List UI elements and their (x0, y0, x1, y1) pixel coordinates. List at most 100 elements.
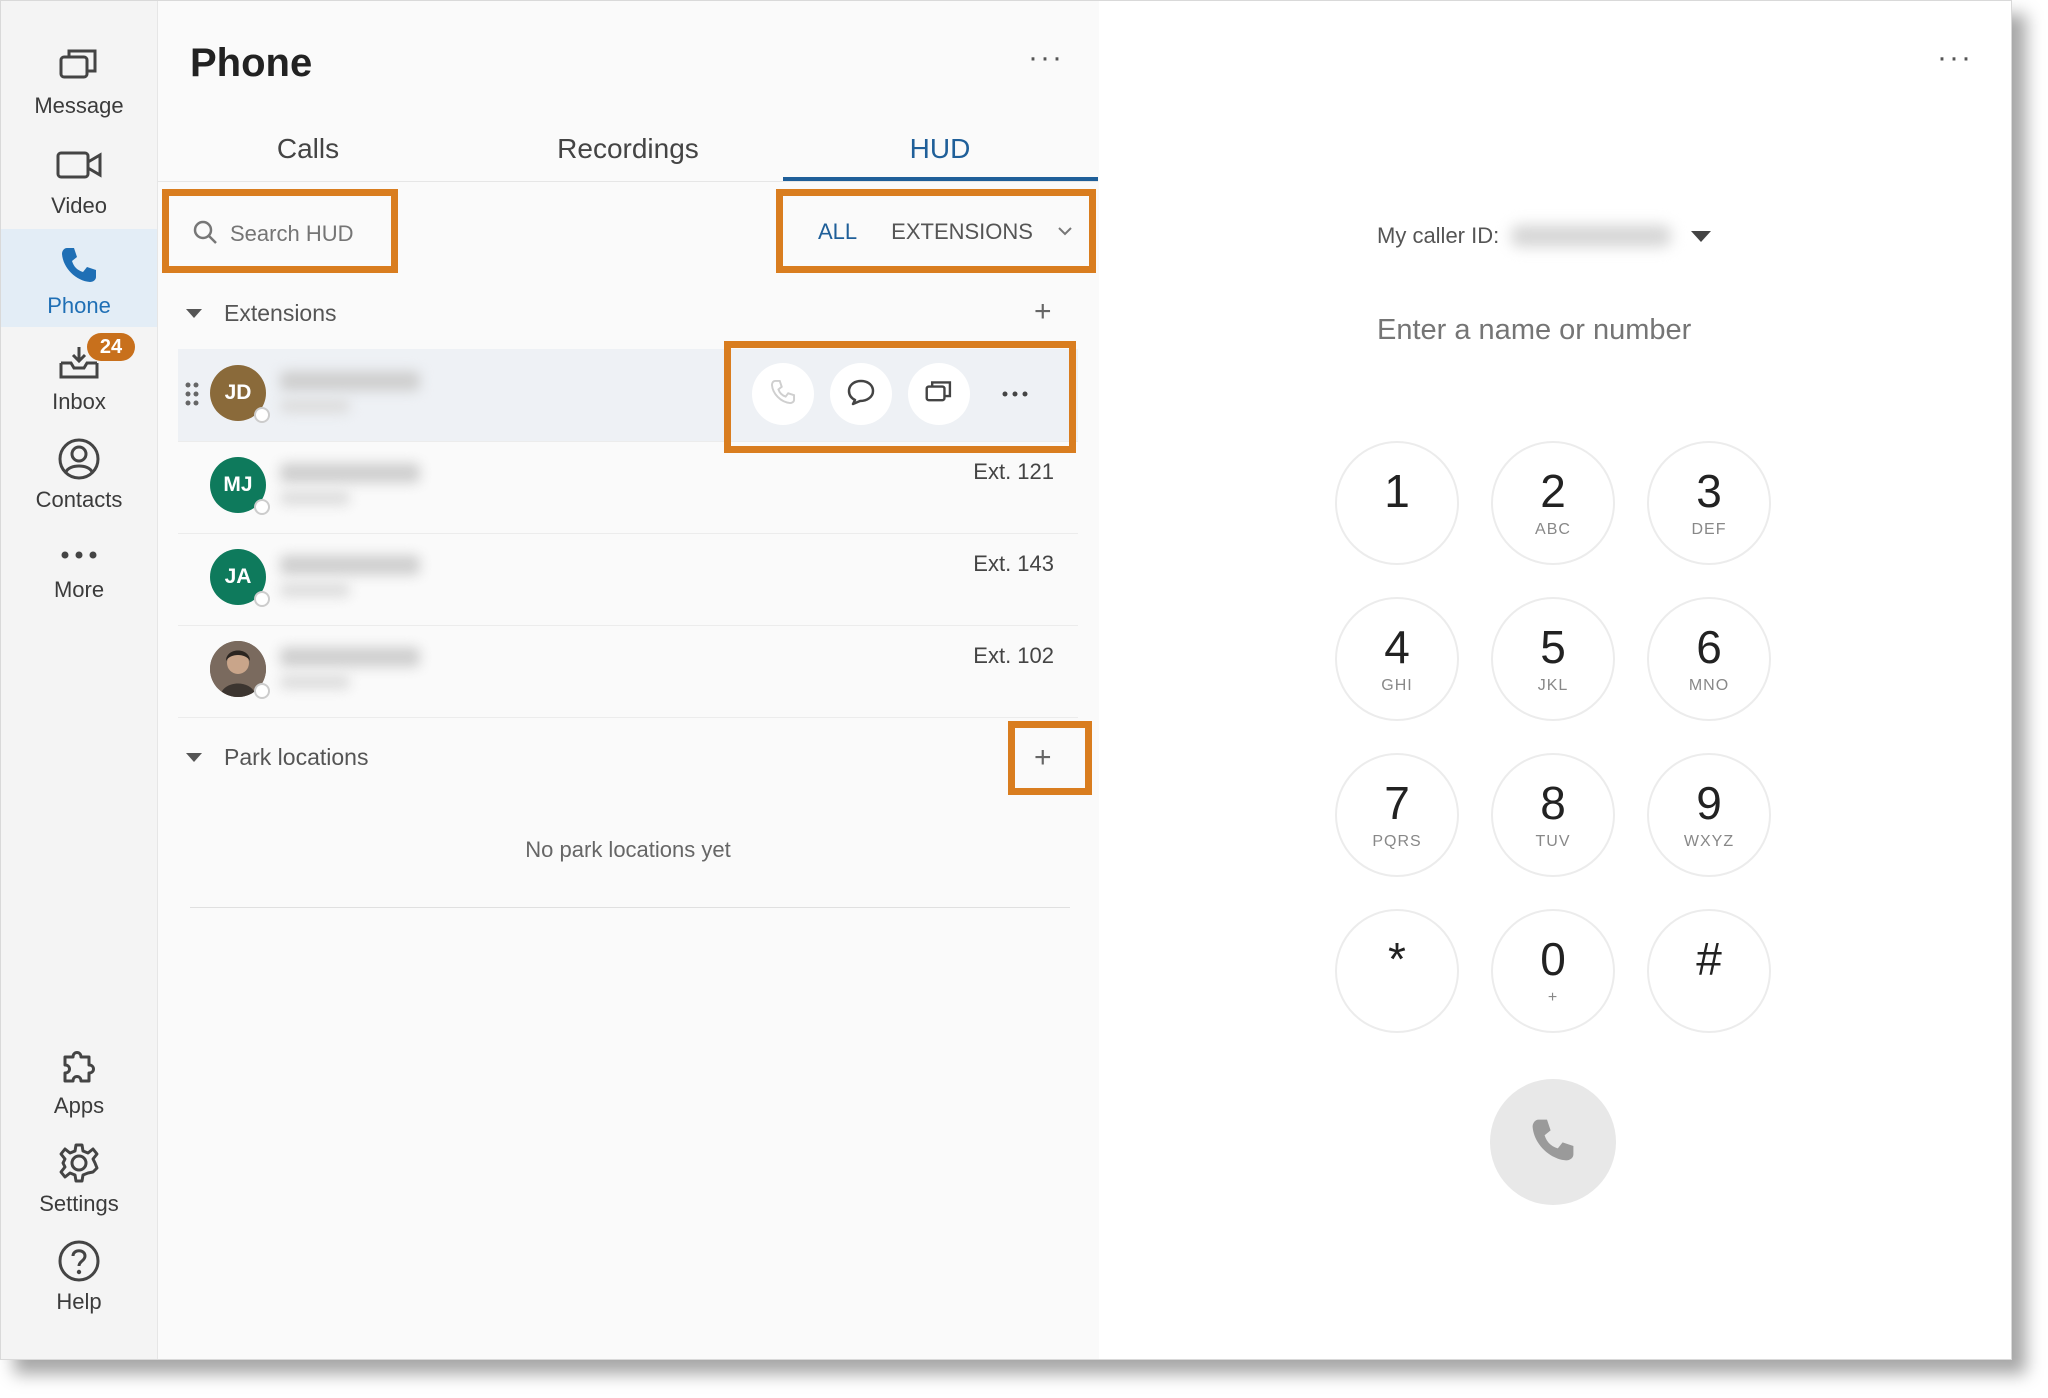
dialer-panel: ··· My caller ID: 1 2ABC 3DEF 4GHI 5JKL … (1099, 1, 2011, 1359)
dialpad-key-8[interactable]: 8 TUV (1491, 753, 1615, 877)
rail-item-apps[interactable]: Apps (1, 1041, 157, 1131)
dialpad-key-hash[interactable]: # (1647, 909, 1771, 1033)
help-icon (55, 1237, 103, 1285)
rail-item-label: Phone (47, 293, 111, 318)
message-button[interactable] (908, 363, 970, 425)
dialpad-key-star[interactable]: * (1335, 909, 1459, 1033)
key-letters: MNO (1688, 677, 1730, 694)
contact-status-redacted (280, 399, 350, 413)
key-digit: 8 (1540, 777, 1566, 829)
call-button[interactable] (1490, 1079, 1616, 1205)
key-letters: TUV (1535, 833, 1571, 850)
active-tab-indicator (783, 177, 1098, 181)
key-letters: PQRS (1372, 833, 1422, 850)
video-icon (55, 141, 103, 189)
tab-hud[interactable]: HUD (790, 133, 1090, 165)
filter-all-option[interactable]: ALL (818, 219, 857, 245)
extension-number: Ext. 121 (973, 459, 1054, 484)
drag-handle-icon[interactable] (184, 381, 200, 407)
rail-item-phone[interactable]: Phone (1, 229, 157, 327)
dialpad-key-7[interactable]: 7 PQRS (1335, 753, 1459, 877)
page-title: Phone (190, 41, 313, 85)
rail-item-label: More (53, 577, 105, 602)
rail-item-label: Message (34, 93, 124, 118)
dialpad-key-0[interactable]: 0 + (1491, 909, 1615, 1033)
search-box[interactable] (178, 199, 396, 269)
key-letters: DEF (1691, 521, 1727, 538)
dialpad-key-4[interactable]: 4 GHI (1335, 597, 1459, 721)
section-label: Park locations (224, 743, 369, 770)
contact-name-redacted (280, 647, 420, 667)
tab-calls[interactable]: Calls (158, 133, 458, 165)
caret-down-icon (186, 308, 202, 318)
dialer-more-button[interactable]: ··· (1937, 41, 1973, 75)
section-label: Extensions (224, 299, 337, 326)
contact-name-redacted (280, 371, 420, 391)
dialpad-key-6[interactable]: 6 MNO (1647, 597, 1771, 721)
add-park-location-button[interactable]: + (1034, 743, 1052, 773)
key-digit: 9 (1696, 777, 1722, 829)
table-row[interactable]: JA Ext. 143 (178, 533, 1078, 626)
dialpad-key-3[interactable]: 3 DEF (1647, 441, 1771, 565)
caller-id-selector[interactable]: My caller ID: (1377, 223, 1712, 249)
key-letters: + (1547, 989, 1559, 1006)
rail-item-more[interactable]: More (1, 537, 157, 627)
rail-item-message[interactable]: Message (1, 41, 157, 131)
dialpad-key-5[interactable]: 5 JKL (1491, 597, 1615, 721)
rail-item-contacts[interactable]: Contacts (1, 435, 157, 525)
more-dots-icon (55, 537, 103, 573)
caret-down-icon (186, 752, 202, 762)
message-icon (924, 378, 954, 411)
extensions-section-toggle[interactable]: Extensions (186, 293, 337, 333)
add-extension-button[interactable]: + (1034, 297, 1052, 327)
search-input[interactable] (228, 220, 382, 248)
table-row[interactable]: MJ Ext. 121 (178, 441, 1078, 534)
row-actions (722, 341, 1068, 453)
contact-name-redacted (280, 555, 420, 575)
contact-status-redacted (280, 675, 350, 689)
caret-down-icon (1691, 230, 1712, 242)
inbox-icon: 24 (55, 333, 135, 385)
app-window: Message Video Phone 24 Inbox Contacts Mo… (0, 0, 2012, 1360)
table-row[interactable]: Ext. 102 (178, 625, 1078, 718)
key-digit: 4 (1384, 621, 1410, 673)
more-dots-icon (1001, 385, 1029, 403)
key-digit: 1 (1384, 465, 1410, 517)
call-button[interactable] (752, 363, 814, 425)
chat-icon (846, 378, 876, 411)
dialpad-key-1[interactable]: 1 (1335, 441, 1459, 565)
rail-item-settings[interactable]: Settings (1, 1139, 157, 1229)
presence-indicator (254, 683, 270, 699)
rail-item-inbox[interactable]: 24 Inbox (1, 333, 157, 427)
rail-item-help[interactable]: Help (1, 1237, 157, 1327)
extension-number: Ext. 143 (973, 551, 1054, 576)
filter-extensions-option[interactable]: EXTENSIONS (891, 219, 1033, 245)
extension-number: Ext. 102 (973, 643, 1054, 668)
park-section-toggle[interactable]: Park locations (186, 737, 368, 777)
dial-input[interactable] (1375, 313, 1779, 348)
phone-icon (55, 241, 103, 289)
key-letters: JKL (1537, 677, 1569, 694)
rail-item-label: Apps (53, 1093, 105, 1118)
key-digit: 2 (1540, 465, 1566, 517)
dialpad-key-9[interactable]: 9 WXYZ (1647, 753, 1771, 877)
dialpad-key-2[interactable]: 2 ABC (1491, 441, 1615, 565)
contacts-icon (55, 435, 103, 483)
tab-bar: Calls Recordings HUD (158, 121, 1098, 182)
row-more-button[interactable] (984, 363, 1046, 425)
rail-item-video[interactable]: Video (1, 141, 157, 231)
caller-id-value-redacted (1511, 225, 1672, 247)
presence-indicator (254, 591, 270, 607)
rail-item-label: Settings (39, 1191, 119, 1216)
caller-id-label: My caller ID: (1377, 223, 1500, 248)
tab-recordings[interactable]: Recordings (478, 133, 778, 165)
rail-item-label: Help (56, 1289, 102, 1314)
filter-dropdown[interactable]: ALL EXTENSIONS (794, 195, 1094, 269)
divider (190, 907, 1070, 908)
phone-panel: Phone ··· Calls Recordings HUD ALL EXTEN… (158, 1, 1098, 1359)
key-digit: 3 (1696, 465, 1722, 517)
chat-button[interactable] (830, 363, 892, 425)
presence-indicator (254, 499, 270, 515)
panel-more-button[interactable]: ··· (1028, 41, 1064, 75)
key-digit: 7 (1384, 777, 1410, 829)
